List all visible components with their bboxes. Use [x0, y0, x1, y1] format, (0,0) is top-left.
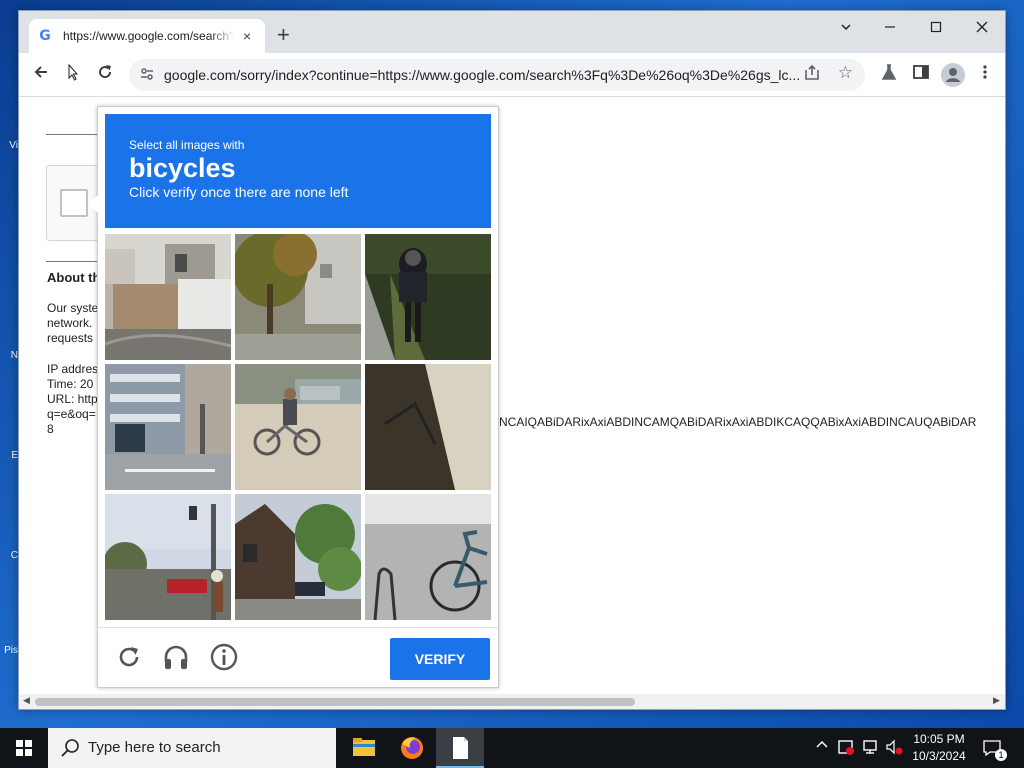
taskbar: Type here to search 10:05 PM 10/3/2024 1: [0, 728, 1024, 768]
desktop-icon-label: N: [10, 350, 18, 361]
url-text[interactable]: google.com/sorry/index?continue=https://…: [164, 67, 804, 83]
side-panel-icon[interactable]: [909, 63, 933, 87]
reload-button[interactable]: [93, 63, 117, 87]
close-window-button[interactable]: [959, 15, 1005, 43]
instruction-line: Click verify once there are none left: [129, 184, 349, 200]
image-tile-house-trees[interactable]: [235, 494, 361, 620]
image-tile-cyclist-street[interactable]: [235, 364, 361, 490]
new-tab-button[interactable]: +: [277, 23, 290, 47]
volume-muted-icon[interactable]: [884, 738, 904, 758]
back-button[interactable]: [29, 63, 53, 87]
desktop-icon-1[interactable]: Vi: [0, 140, 18, 174]
about-text-line: requests: [47, 331, 94, 345]
clock-date: 10/3/2024: [912, 749, 966, 763]
scroll-left-icon[interactable]: ◀: [23, 695, 30, 706]
start-button[interactable]: [0, 728, 48, 768]
challenge-footer: VERIFY: [98, 627, 498, 687]
browser-toolbar: google.com/sorry/index?continue=https://…: [19, 53, 1005, 97]
instruction-line: Select all images with: [129, 138, 245, 152]
info-icon[interactable]: [209, 642, 239, 672]
image-tile-wall-corner[interactable]: [365, 364, 491, 490]
desktop-icon-2[interactable]: N: [0, 350, 18, 370]
taskbar-search[interactable]: Type here to search: [48, 728, 336, 768]
horizontal-scrollbar[interactable]: ◀ ▶: [19, 694, 1005, 709]
recaptcha-challenge: Select all images with bicycles Click ve…: [89, 106, 499, 688]
file-explorer-taskbar-icon[interactable]: [340, 728, 388, 768]
profile-avatar[interactable]: [941, 63, 965, 87]
url-line: URL: http: [47, 392, 98, 406]
image-tile-tree-street[interactable]: [235, 234, 361, 360]
desktop-icon-label: Vi: [9, 140, 18, 151]
notification-count-badge: 1: [995, 749, 1007, 761]
image-tile-cyclist-rear[interactable]: [365, 234, 491, 360]
reload-challenge-icon[interactable]: [114, 642, 144, 672]
forward-button[interactable]: [61, 63, 85, 87]
security-alert-icon[interactable]: [836, 738, 856, 758]
labs-flask-icon[interactable]: [877, 63, 901, 87]
image-grid: [105, 234, 492, 621]
google-favicon-icon: G: [39, 28, 51, 44]
search-placeholder: Type here to search: [88, 739, 221, 756]
about-text-line: network.: [47, 316, 93, 330]
address-bar[interactable]: google.com/sorry/index?continue=https://…: [129, 59, 865, 91]
site-info-icon[interactable]: [139, 66, 155, 85]
desktop-icon-label: Pis: [4, 645, 18, 656]
about-heading: About th: [47, 270, 101, 285]
firefox-taskbar-icon[interactable]: [388, 728, 436, 768]
popup-pointer: [89, 195, 98, 213]
tab-google-sorry[interactable]: G https://www.google.com/search? ×: [29, 19, 265, 53]
image-tile-fence-street[interactable]: [105, 234, 231, 360]
desktop-icon-label: E: [11, 450, 18, 461]
image-tile-traffic-light-street[interactable]: [105, 494, 231, 620]
desktop-icon-3[interactable]: E: [0, 450, 18, 470]
challenge-header: Select all images with bicycles Click ve…: [105, 114, 491, 228]
challenge-target: bicycles: [129, 153, 236, 183]
network-icon[interactable]: [860, 738, 880, 758]
about-text-line: Our syste: [47, 301, 99, 315]
tab-strip: G https://www.google.com/search? × +: [19, 11, 1005, 53]
desktop-icon-label: C: [10, 550, 18, 561]
taskbar-clock[interactable]: 10:05 PM 10/3/2024: [904, 731, 974, 765]
scroll-right-icon[interactable]: ▶: [993, 695, 1000, 706]
tab-close-icon[interactable]: ×: [243, 28, 251, 44]
tab-title: https://www.google.com/search?: [63, 29, 235, 43]
ip-address-line: IP addres: [47, 362, 99, 376]
time-line: Time: 20: [47, 377, 94, 391]
verify-button[interactable]: VERIFY: [390, 638, 490, 680]
image-tile-parked-bicycle[interactable]: [365, 494, 491, 620]
search-icon: [60, 737, 82, 759]
url-overflow-text: NCAIQABiDARixAxiABDINCAMQABiDARixAxiABDI…: [499, 415, 977, 429]
minimize-button[interactable]: [867, 15, 913, 43]
url-line: q=e&oq=: [47, 407, 96, 421]
scrollbar-thumb[interactable]: [35, 698, 635, 706]
recaptcha-checkbox[interactable]: [60, 189, 88, 217]
show-hidden-icons-chevron-icon[interactable]: [812, 738, 832, 758]
document-taskbar-icon[interactable]: [436, 728, 484, 768]
image-tile-apartment-building[interactable]: [105, 364, 231, 490]
url-line: 8: [47, 422, 54, 436]
desktop-icon-5[interactable]: Pis: [0, 645, 18, 665]
menu-kebab-icon[interactable]: [973, 63, 997, 87]
clock-time: 10:05 PM: [913, 732, 965, 746]
maximize-button[interactable]: [913, 15, 959, 43]
desktop-icon-4[interactable]: C: [0, 550, 18, 570]
audio-challenge-headphones-icon[interactable]: [161, 642, 191, 672]
tab-search-icon[interactable]: [823, 15, 869, 43]
bookmark-star-icon[interactable]: ☆: [838, 63, 853, 83]
share-icon[interactable]: [803, 64, 821, 87]
